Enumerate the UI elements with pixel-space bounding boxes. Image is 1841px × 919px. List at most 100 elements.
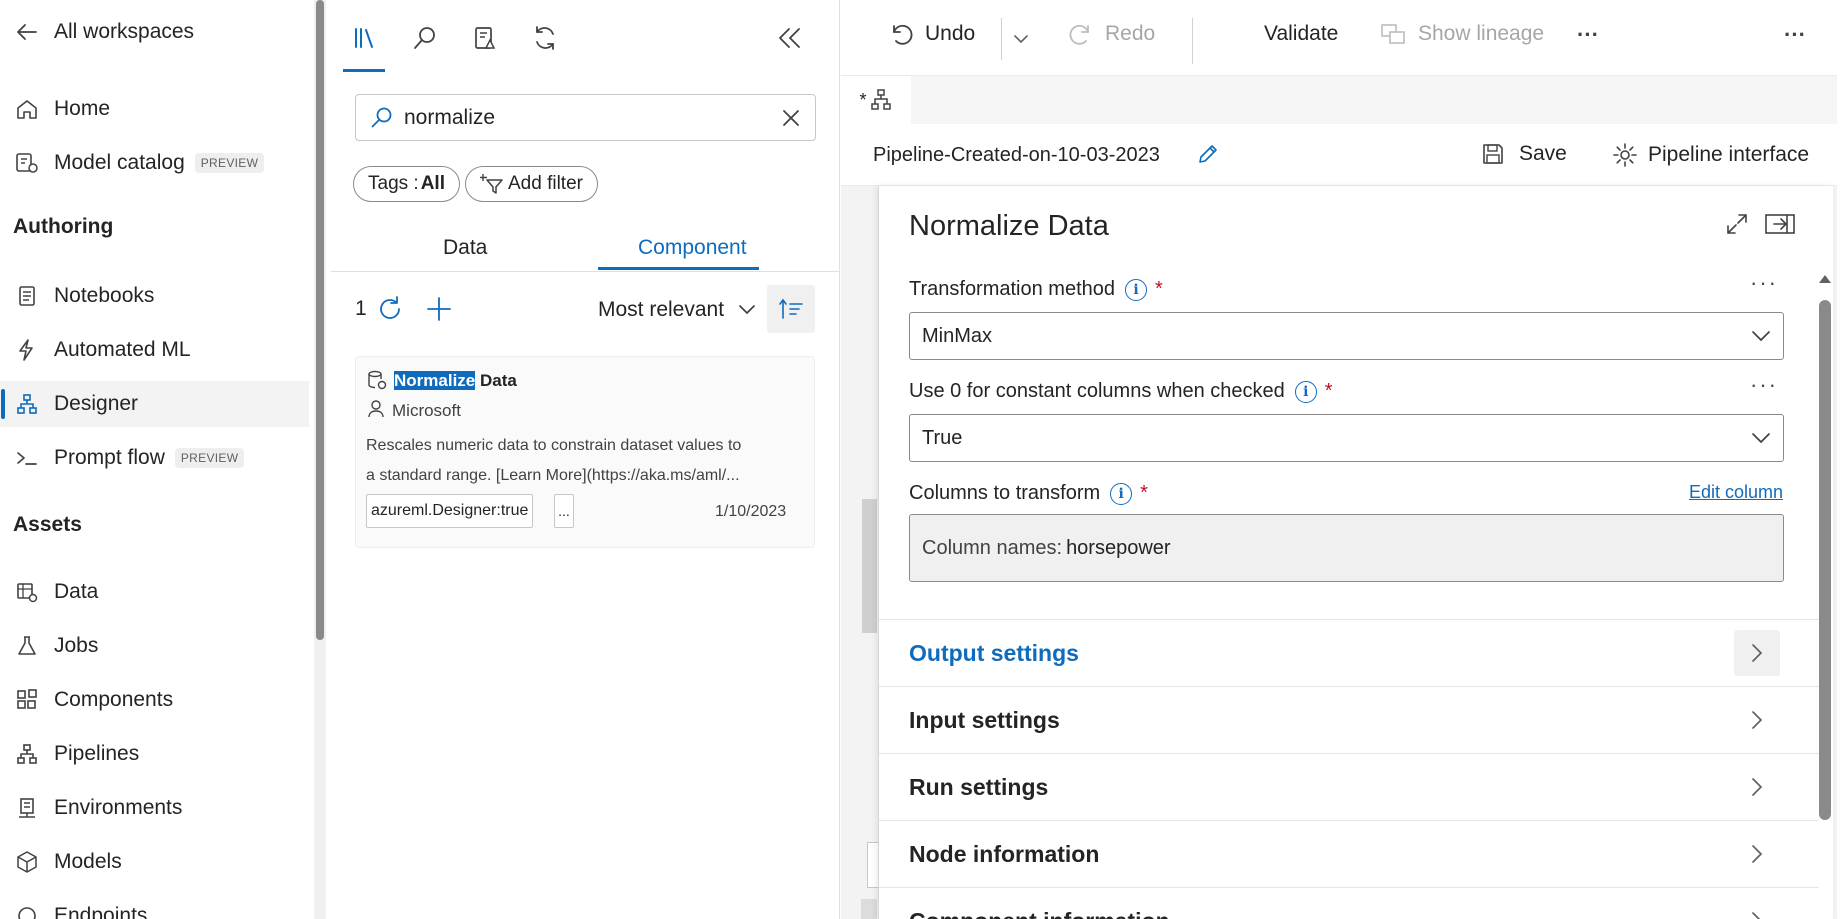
output-settings-label: Output settings [909, 639, 1079, 666]
input-settings-label: Input settings [909, 706, 1060, 733]
left-nav-scrollbar[interactable] [314, 0, 326, 919]
more-commands-button[interactable]: ··· [1577, 22, 1599, 48]
nav-item-notebooks[interactable]: Notebooks [0, 273, 309, 319]
nav-item-designer[interactable]: Designer [0, 381, 309, 427]
columns-value: horsepower [1066, 536, 1171, 559]
nav-item-components[interactable]: Components [0, 677, 309, 723]
chevron-right-icon [1734, 898, 1780, 919]
clear-search-icon[interactable] [781, 108, 801, 128]
description-line-1: Rescales numeric data to constrain datas… [366, 437, 742, 454]
component-title[interactable]: Normalize Data [394, 371, 517, 391]
divider [1192, 18, 1193, 64]
component-tag[interactable]: azureml.Designer:true [366, 494, 534, 528]
nav-label-automated-ml: Automated ML [54, 338, 191, 361]
component-date: 1/10/2023 [715, 503, 787, 520]
transformation-method-dropdown[interactable]: MinMax [909, 312, 1784, 360]
save-button[interactable]: Save [1481, 142, 1567, 166]
preview-badge: PREVIEW [174, 448, 245, 468]
scroll-up-arrow-icon[interactable] [1818, 274, 1832, 284]
edit-column-link[interactable]: Edit column [1689, 482, 1783, 503]
node-information-section[interactable]: Node information [879, 820, 1819, 887]
add-filter-label: Add filter [508, 173, 583, 194]
nav-item-models[interactable]: Models [0, 839, 309, 885]
component-information-section[interactable]: Component information [879, 887, 1819, 919]
save-label: Save [1519, 142, 1567, 165]
sort-direction-button[interactable] [767, 285, 815, 333]
collapse-panel-icon[interactable] [771, 20, 807, 56]
nav-item-automated-ml[interactable]: Automated ML [0, 327, 309, 373]
nav-item-model-catalog[interactable]: Model catalog PREVIEW [0, 140, 309, 186]
output-settings-section[interactable]: Output settings [879, 619, 1819, 686]
info-icon[interactable]: i [1125, 278, 1148, 301]
chevron-right-icon [1734, 697, 1780, 743]
pipeline-tab-strip: * [841, 76, 1837, 124]
show-lineage-button[interactable]: Show lineage [1380, 22, 1544, 46]
columns-to-transform-text: Columns to transform [909, 482, 1101, 504]
redo-button[interactable]: Redo [1069, 22, 1155, 46]
validate-label: Validate [1264, 22, 1339, 45]
add-filter-button[interactable]: Add filter [465, 166, 598, 202]
nav-item-jobs[interactable]: Jobs [0, 623, 309, 669]
automated-ml-icon [13, 336, 41, 364]
unsaved-marker: * [859, 89, 867, 110]
preview-badge: PREVIEW [194, 153, 265, 173]
left-nav-scrollbar-thumb[interactable] [316, 0, 324, 640]
component-search-box [355, 94, 816, 141]
edit-name-pencil-icon[interactable] [1196, 142, 1220, 166]
tab-data[interactable]: Data [443, 236, 487, 260]
endpoints-icon [13, 902, 41, 919]
pipeline-tab[interactable]: * [841, 76, 911, 124]
component-card[interactable]: Normalize Data Microsoft Rescales numeri… [355, 356, 815, 548]
nav-item-pipelines[interactable]: Pipelines [0, 731, 309, 777]
canvas-scrollbar-thumb[interactable] [862, 499, 877, 633]
sort-dropdown[interactable]: Most relevant [598, 298, 756, 322]
nav-label-data: Data [54, 580, 99, 603]
undo-button[interactable]: Undo [889, 22, 975, 46]
transformation-method-value: MinMax [922, 324, 993, 347]
nav-label-model-catalog: Model catalog [54, 151, 185, 174]
transformation-method-label: Transformation method i * [909, 278, 1163, 301]
reload-results-icon[interactable] [375, 294, 405, 324]
registry-icon[interactable] [467, 20, 503, 56]
add-component-icon[interactable] [424, 294, 454, 324]
pipeline-title-bar: Pipeline-Created-on-10-03-2023 Save Pipe… [841, 124, 1837, 186]
overflow-menu-button[interactable]: ··· [1784, 22, 1806, 48]
search-input[interactable] [404, 105, 781, 130]
undo-history-chevron-icon[interactable] [1013, 34, 1029, 44]
library-icon[interactable] [347, 20, 383, 56]
validate-button[interactable]: Validate [1264, 22, 1338, 46]
columns-to-transform-box[interactable]: Column names: horsepower [909, 514, 1784, 582]
nav-item-prompt-flow[interactable]: Prompt flow PREVIEW [0, 435, 309, 481]
input-settings-section[interactable]: Input settings [879, 686, 1819, 753]
gear-icon [1612, 142, 1638, 168]
tags-filter-button[interactable]: Tags : All [353, 166, 460, 202]
flask-icon [13, 632, 41, 660]
nav-label-pipelines: Pipelines [54, 742, 140, 765]
nav-item-data[interactable]: Data [0, 569, 309, 615]
component-properties-panel: Normalize Data Transformation method i *… [878, 186, 1833, 919]
refresh-icon[interactable] [527, 20, 563, 56]
nav-item-endpoints[interactable]: Endpoints [0, 893, 309, 919]
search-icon[interactable] [407, 20, 443, 56]
run-settings-section[interactable]: Run settings [879, 753, 1819, 820]
tab-component[interactable]: Component [638, 236, 747, 260]
pipelines-icon [13, 740, 41, 768]
info-icon[interactable]: i [1110, 482, 1133, 505]
pipeline-interface-button[interactable]: Pipeline interface [1612, 142, 1809, 168]
pipeline-name: Pipeline-Created-on-10-03-2023 [873, 144, 1160, 166]
all-workspaces-link[interactable]: All workspaces [0, 9, 309, 55]
redo-label: Redo [1105, 22, 1156, 45]
undo-label: Undo [925, 22, 976, 45]
close-panel-icon[interactable] [1765, 212, 1795, 236]
field-more-options-icon[interactable]: ··· [1750, 270, 1778, 296]
nav-item-environments[interactable]: Environments [0, 785, 309, 831]
tags-filter-label: Tags : [368, 173, 419, 194]
field-more-options-icon[interactable]: ··· [1750, 372, 1778, 398]
constant-columns-dropdown[interactable]: True [909, 414, 1784, 462]
pipeline-interface-label: Pipeline interface [1648, 143, 1810, 166]
more-tags-button[interactable]: ... [554, 494, 574, 528]
expand-icon[interactable] [1725, 212, 1749, 236]
panel-scrollbar-thumb[interactable] [1819, 300, 1831, 820]
info-icon[interactable]: i [1294, 380, 1317, 403]
nav-item-home[interactable]: Home [0, 86, 309, 132]
